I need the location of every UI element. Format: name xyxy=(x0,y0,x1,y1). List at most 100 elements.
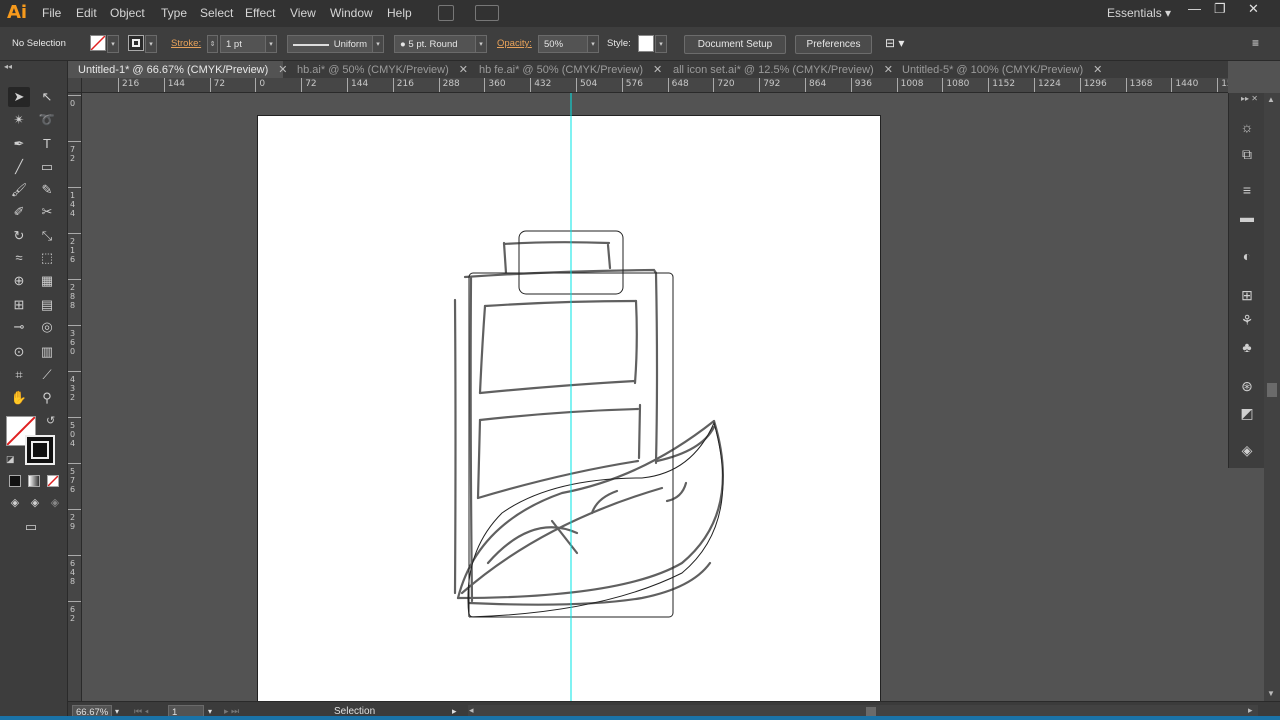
gradient-panel-icon[interactable]: ▬ xyxy=(1238,208,1256,226)
brush-dropdown-icon[interactable]: ▾ xyxy=(475,35,487,53)
stroke-weight-field[interactable]: 1 pt xyxy=(220,35,266,53)
gradient-mode-icon[interactable] xyxy=(28,475,40,487)
scroll-right-icon[interactable]: ▸ xyxy=(1248,705,1253,716)
restore-icon[interactable]: ❐ xyxy=(1214,1,1226,17)
artboard-dropdown-icon[interactable]: ▾ xyxy=(208,707,212,716)
hand-tool-icon[interactable]: ✋ xyxy=(8,388,30,408)
ruler-origin[interactable] xyxy=(68,78,82,93)
close-tab-icon[interactable]: ✕ xyxy=(1093,64,1102,76)
menu-window[interactable]: Window xyxy=(330,6,373,20)
color-panel-icon[interactable]: ☼ xyxy=(1238,118,1256,136)
artboard-tool-icon[interactable]: ⌗ xyxy=(8,365,30,385)
brush-select[interactable]: ● 5 pt. Round xyxy=(394,35,476,53)
sketch-artwork[interactable] xyxy=(82,93,1228,701)
close-tab-icon[interactable]: ✕ xyxy=(459,64,468,76)
profile-dropdown-icon[interactable]: ▾ xyxy=(372,35,384,53)
stroke-dropdown-icon[interactable]: ▾ xyxy=(145,35,157,53)
menu-help[interactable]: Help xyxy=(387,6,412,20)
menu-file[interactable]: File xyxy=(42,6,61,20)
type-tool-icon[interactable]: T xyxy=(36,134,58,154)
horizontal-ruler[interactable]: 216 144 72 0 72 144 216 288 360 432 504 576 648 720 79… xyxy=(82,78,1228,93)
free-transform-tool-icon[interactable]: ⬚ xyxy=(36,248,58,268)
horizontal-scroll-thumb[interactable] xyxy=(866,707,876,716)
scroll-up-icon[interactable]: ▲ xyxy=(1267,95,1275,104)
menu-object[interactable]: Object xyxy=(110,6,145,20)
warp-tool-icon[interactable]: ≈ xyxy=(8,248,30,268)
close-tab-icon[interactable]: ✕ xyxy=(653,64,662,76)
stroke-label[interactable]: Stroke: xyxy=(171,38,201,49)
preferences-button[interactable]: Preferences xyxy=(795,35,872,54)
color-mode-icon[interactable] xyxy=(9,475,21,487)
workspace-switcher[interactable]: Essentials ▾ xyxy=(1107,6,1171,20)
vertical-scrollbar[interactable]: ▲ ▼ xyxy=(1264,93,1280,701)
zoom-tool-icon[interactable]: ⚲ xyxy=(36,388,58,408)
fill-dropdown-icon[interactable]: ▾ xyxy=(107,35,119,53)
zoom-dropdown-icon[interactable]: ▾ xyxy=(115,707,119,716)
symbols-panel-icon[interactable]: ♣ xyxy=(1238,338,1256,356)
direct-selection-tool-icon[interactable]: ↖ xyxy=(36,87,58,107)
eyedropper-tool-icon[interactable]: ⊸ xyxy=(8,317,30,337)
arrange-icon[interactable]: ⊟ ▾ xyxy=(885,36,904,50)
minimize-icon[interactable]: — xyxy=(1188,1,1201,16)
color-guide-icon[interactable]: ⧉ xyxy=(1238,145,1256,163)
none-mode-icon[interactable] xyxy=(47,475,59,487)
opacity-label[interactable]: Opacity: xyxy=(497,38,532,49)
line-tool-icon[interactable]: ╱ xyxy=(8,157,30,177)
tab-untitled-5[interactable]: Untitled-5* @ 100% (CMYK/Preview) ✕ xyxy=(892,61,1102,78)
opacity-more-icon[interactable]: ▾ xyxy=(655,35,667,53)
perspective-grid-tool-icon[interactable]: ▦ xyxy=(36,271,58,291)
opacity-dropdown-icon[interactable]: ▾ xyxy=(587,35,599,53)
canvas-area[interactable] xyxy=(82,93,1228,701)
brushes-panel-icon[interactable]: ⚘ xyxy=(1238,311,1256,329)
swap-colors-icon[interactable]: ↺ xyxy=(46,414,55,427)
menu-edit[interactable]: Edit xyxy=(76,6,97,20)
stroke-stepper-icon[interactable]: ⇕ xyxy=(207,35,218,53)
draw-inside-icon[interactable]: ◈ xyxy=(44,493,66,513)
menu-effect[interactable]: Effect xyxy=(245,6,275,20)
bridge-icon[interactable] xyxy=(438,5,454,21)
scale-tool-icon[interactable]: ⤡ xyxy=(36,226,58,246)
pen-tool-icon[interactable]: ✒ xyxy=(8,134,30,154)
screen-mode-icon[interactable]: ▭ xyxy=(20,517,42,537)
stroke-weight-dropdown-icon[interactable]: ▾ xyxy=(265,35,277,53)
graph-tool-icon[interactable]: ▥ xyxy=(36,342,58,362)
blob-brush-tool-icon[interactable]: ✐ xyxy=(8,202,30,222)
blend-tool-icon[interactable]: ◎ xyxy=(36,317,58,337)
style-swatch[interactable] xyxy=(638,35,654,52)
swatches-panel-icon[interactable]: ⊞ xyxy=(1238,286,1256,304)
gradient-tool-icon[interactable]: ▤ xyxy=(36,295,58,315)
tab-hb[interactable]: hb.ai* @ 50% (CMYK/Preview) ✕ xyxy=(287,61,468,78)
collapse-panel-icon[interactable]: ◂◂ xyxy=(4,62,12,71)
opacity-field[interactable]: 50% xyxy=(538,35,588,53)
lasso-tool-icon[interactable]: ➰ xyxy=(36,110,58,130)
tab-hb-fe[interactable]: hb fe.ai* @ 50% (CMYK/Preview) ✕ xyxy=(469,61,662,78)
pencil-tool-icon[interactable]: ✎ xyxy=(36,180,58,200)
rectangle-tool-icon[interactable]: ▭ xyxy=(36,157,58,177)
magic-wand-tool-icon[interactable]: ✴ xyxy=(8,110,30,130)
default-colors-icon[interactable]: ◪ xyxy=(6,454,15,465)
shape-builder-tool-icon[interactable]: ⊕ xyxy=(8,271,30,291)
fill-swatch[interactable] xyxy=(90,35,106,51)
scroll-left-icon[interactable]: ◂ xyxy=(469,705,474,716)
selection-tool-icon[interactable]: ➤ xyxy=(8,87,30,107)
tab-untitled-1[interactable]: Untitled-1* @ 66.67% (CMYK/Preview) ✕ xyxy=(68,61,288,78)
rotate-tool-icon[interactable]: ↻ xyxy=(8,226,30,246)
stroke-panel-icon[interactable]: ≡ xyxy=(1238,181,1256,199)
slice-tool-icon[interactable]: ⟋ xyxy=(36,365,58,385)
layers-panel-icon[interactable]: ◈ xyxy=(1238,441,1256,459)
paintbrush-tool-icon[interactable]: 🖌 xyxy=(8,180,30,200)
vertical-scroll-thumb[interactable] xyxy=(1267,383,1277,397)
arrange-documents-icon[interactable] xyxy=(475,5,499,21)
menu-select[interactable]: Select xyxy=(200,6,233,20)
symbol-sprayer-tool-icon[interactable]: ⊙ xyxy=(8,342,30,362)
stroke-color-box[interactable] xyxy=(25,435,55,465)
expand-panels-icon[interactable]: ▸▸ ✕ xyxy=(1241,94,1258,103)
draw-behind-icon[interactable]: ◈ xyxy=(24,493,46,513)
stroke-profile-select[interactable]: Uniform xyxy=(287,35,373,53)
stroke-swatch[interactable] xyxy=(128,35,144,51)
transparency-panel-icon[interactable]: ◩ xyxy=(1238,404,1256,422)
close-icon[interactable]: ✕ xyxy=(1248,1,1259,17)
mesh-tool-icon[interactable]: ⊞ xyxy=(8,295,30,315)
tab-all-icon-set[interactable]: all icon set.ai* @ 12.5% (CMYK/Preview) ✕ xyxy=(663,61,893,78)
graphic-styles-icon[interactable]: ⊛ xyxy=(1238,377,1256,395)
